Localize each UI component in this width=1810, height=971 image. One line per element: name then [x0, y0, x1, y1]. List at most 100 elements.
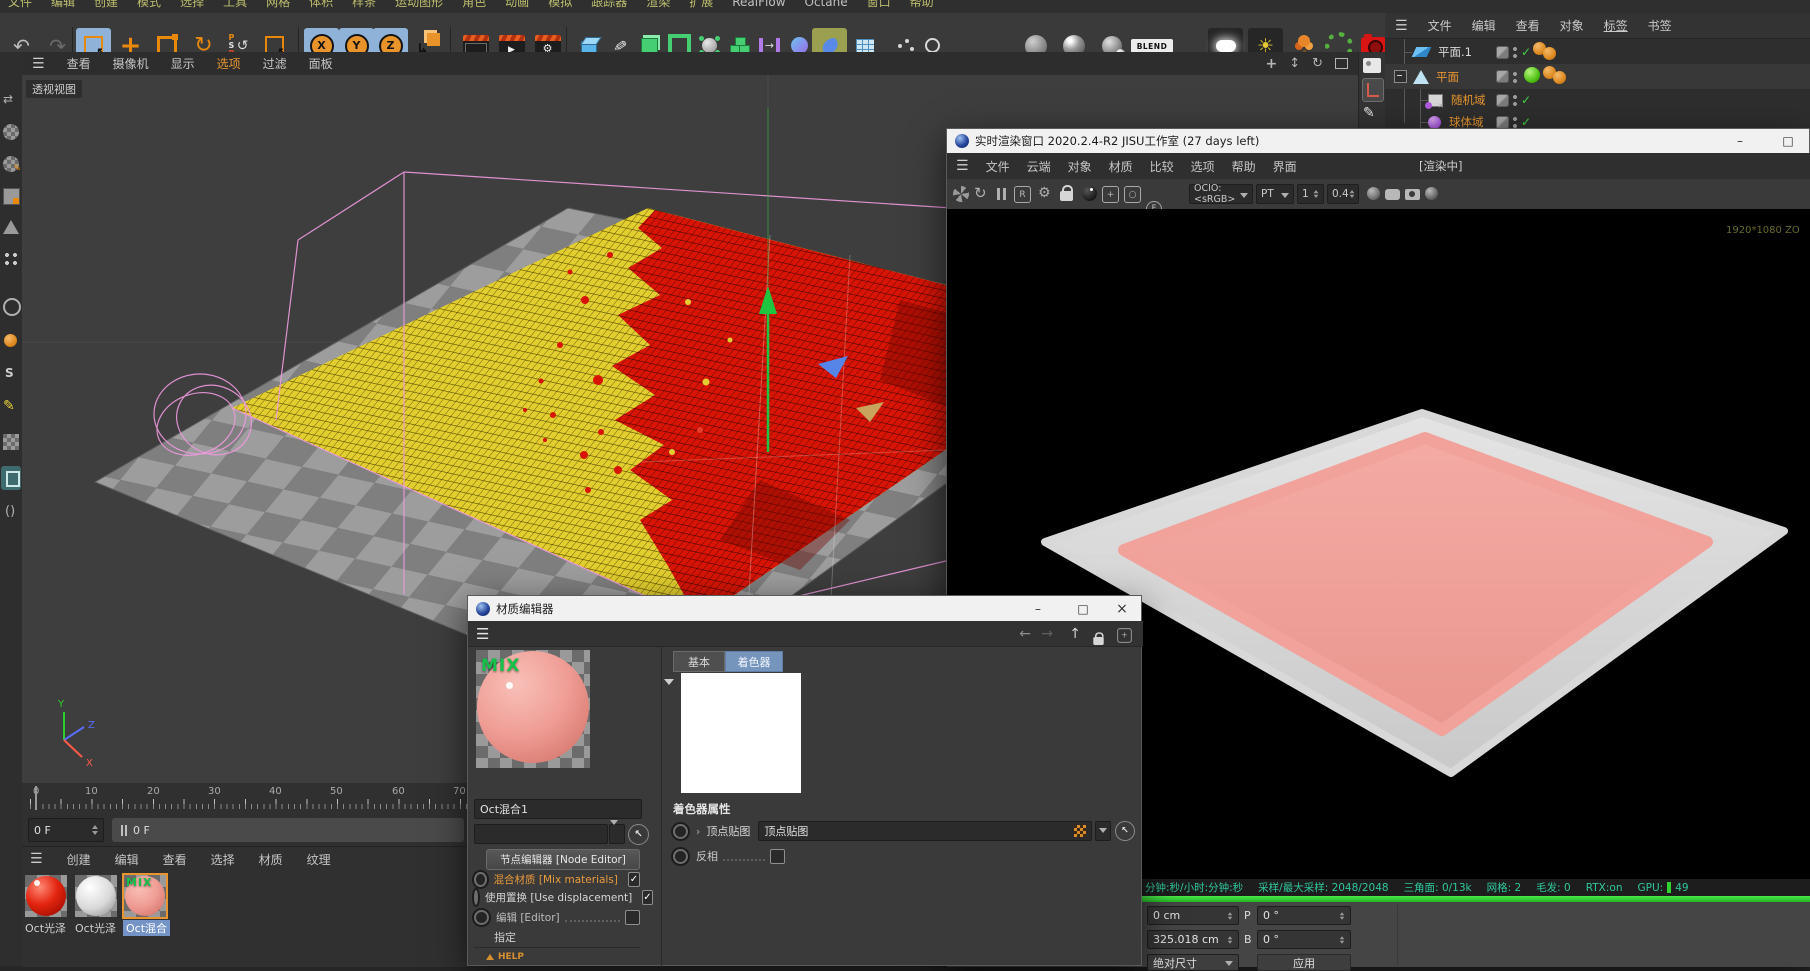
lock-icon[interactable]: [1093, 632, 1104, 645]
visibility-dots-icon[interactable]: [1513, 46, 1517, 58]
menu-realflow[interactable]: RealFlow: [732, 0, 785, 9]
expand-toggle-icon[interactable]: [1394, 70, 1407, 83]
dropdown-arrow-button[interactable]: [1095, 821, 1112, 841]
octane-titlebar[interactable]: 实时渲染窗口 2020.2.4-R2 JISU工作室 (27 days left…: [947, 129, 1809, 153]
hamburger-icon[interactable]: ☰: [956, 158, 969, 174]
mm-menu-create[interactable]: 创建: [67, 851, 91, 868]
material-thumb-gloss2[interactable]: [75, 875, 117, 917]
om-menu-edit[interactable]: 编辑: [1472, 17, 1496, 34]
menu-render[interactable]: 渲染: [646, 0, 670, 10]
viewport-maximize-icon[interactable]: [1335, 58, 1348, 69]
object-row[interactable]: 球体域 ✓: [1385, 111, 1810, 128]
preview-size-dropdown[interactable]: [474, 824, 608, 844]
close-button[interactable]: ×: [1109, 597, 1135, 621]
displacement-checkbox[interactable]: [642, 889, 653, 905]
invert-checkbox[interactable]: [770, 848, 785, 864]
viewport-rotate-icon[interactable]: ↻: [1312, 56, 1323, 71]
oct-menu-help[interactable]: 帮助: [1232, 158, 1256, 175]
enable-check-icon[interactable]: ✓: [1521, 115, 1531, 128]
node-editor-button[interactable]: 节点编辑器 [Node Editor]: [486, 849, 640, 870]
maximize-button[interactable]: □: [1070, 597, 1096, 621]
menu-help[interactable]: 帮助: [910, 0, 934, 10]
enable-check-icon[interactable]: ✓: [1521, 45, 1531, 59]
menu-window[interactable]: 窗口: [867, 0, 891, 10]
menu-edit[interactable]: 编辑: [51, 0, 75, 10]
pick-arrow-button[interactable]: ↖: [1115, 821, 1135, 841]
object-pass-icon[interactable]: ○: [1124, 186, 1141, 203]
hamburger-icon[interactable]: ☰: [30, 851, 43, 867]
shader-swatch[interactable]: [681, 673, 801, 793]
menu-tracker[interactable]: 跟踪器: [591, 0, 627, 10]
editor-checkbox[interactable]: [625, 909, 640, 925]
new-window-icon[interactable]: +: [1117, 628, 1132, 643]
material-name[interactable]: Oct光泽: [75, 920, 116, 936]
menu-spline[interactable]: 样条: [352, 0, 376, 10]
pause-render-icon[interactable]: [997, 188, 1006, 200]
preview-ball-icon[interactable]: [1367, 187, 1380, 200]
minimize-button[interactable]: –: [1025, 597, 1051, 621]
material-preview[interactable]: MIX: [476, 650, 590, 768]
effector-tag-icon[interactable]: [1524, 67, 1540, 83]
mm-menu-edit[interactable]: 编辑: [115, 851, 139, 868]
material-name-selected[interactable]: Oct混合: [123, 920, 171, 936]
om-menu-object[interactable]: 对象: [1560, 17, 1584, 34]
mix-checkbox[interactable]: [627, 871, 640, 887]
render-ball-icon[interactable]: [1082, 186, 1097, 201]
viewport-menu-camera[interactable]: 摄像机: [113, 55, 149, 72]
menu-select[interactable]: 选择: [180, 0, 204, 10]
vertex-map-row[interactable]: › 顶点贴图 顶点贴图 ↖: [673, 820, 1135, 842]
visibility-dots-icon[interactable]: [1513, 116, 1517, 128]
viewport-menu-filter[interactable]: 过滤: [263, 55, 287, 72]
om-menu-tags[interactable]: 标签: [1604, 17, 1628, 34]
layer-toggle-icon[interactable]: [1496, 93, 1509, 107]
settings-gear-icon[interactable]: ⚙: [1038, 185, 1051, 201]
hamburger-icon[interactable]: ☰: [476, 625, 489, 643]
menu-tools[interactable]: 工具: [223, 0, 247, 10]
viewport-menu-view[interactable]: 查看: [67, 55, 91, 72]
option-row-mix[interactable]: 混合材质 [Mix materials]: [474, 870, 640, 888]
nav-up-icon[interactable]: ↑: [1069, 626, 1081, 642]
oct-menu-compare[interactable]: 比较: [1150, 158, 1174, 175]
edge-mode-icon[interactable]: [4, 252, 18, 266]
active-mode-icon[interactable]: [1, 466, 21, 490]
apply-button[interactable]: 应用: [1257, 954, 1351, 971]
layer-toggle-icon[interactable]: [1496, 115, 1509, 128]
collapse-arrow-icon[interactable]: [664, 679, 674, 690]
menu-volume[interactable]: 体积: [309, 0, 333, 10]
size-x-field[interactable]: 0 cm: [1147, 906, 1239, 925]
region-scale-spinner[interactable]: 0.4: [1327, 184, 1359, 204]
nav-back-icon[interactable]: ←: [1019, 626, 1031, 642]
viewport-menu-panel[interactable]: 面板: [309, 55, 333, 72]
object-mode-icon[interactable]: [3, 188, 20, 205]
viewport-pan-icon[interactable]: +: [1265, 56, 1277, 72]
point-mode-icon[interactable]: [3, 220, 19, 234]
om-menu-file[interactable]: 文件: [1428, 17, 1452, 34]
mm-menu-texture[interactable]: 纹理: [307, 851, 331, 868]
enable-check-icon[interactable]: ✓: [1521, 93, 1531, 107]
size-y-field[interactable]: 325.018 cm: [1147, 930, 1239, 949]
mograph-mode-icon[interactable]: [4, 334, 17, 347]
channel-radio[interactable]: [474, 889, 478, 905]
object-label[interactable]: 随机域: [1451, 92, 1486, 108]
oct-menu-materials[interactable]: 材质: [1109, 158, 1133, 175]
object-row[interactable]: 平面.1 ✓: [1385, 40, 1810, 64]
texture-tile-icon[interactable]: [3, 434, 19, 450]
nav-forward-icon[interactable]: →: [1041, 626, 1053, 642]
add-pass-icon[interactable]: +: [1102, 186, 1119, 203]
tab-basic[interactable]: 基本: [673, 651, 725, 672]
snap-icon[interactable]: S: [5, 366, 14, 380]
invert-row[interactable]: 反相: [673, 846, 873, 866]
vertex-map-field[interactable]: 顶点贴图: [758, 821, 1093, 841]
blend-mode-badge[interactable]: BLEND: [1131, 39, 1173, 53]
view-label[interactable]: 透视视图: [26, 80, 82, 98]
channel-radio[interactable]: [474, 871, 487, 887]
picture-viewer-icon[interactable]: [1363, 58, 1381, 73]
camera-capture-icon[interactable]: [1405, 189, 1420, 200]
assign-label[interactable]: 指定: [494, 929, 516, 945]
reset-icon[interactable]: R: [1014, 186, 1031, 203]
object-label[interactable]: 平面: [1436, 69, 1459, 85]
playhead[interactable]: [35, 786, 37, 810]
kernel-dropdown[interactable]: PT: [1256, 184, 1294, 204]
menu-extensions[interactable]: 扩展: [689, 0, 713, 10]
visibility-dots-icon[interactable]: [1513, 94, 1517, 106]
